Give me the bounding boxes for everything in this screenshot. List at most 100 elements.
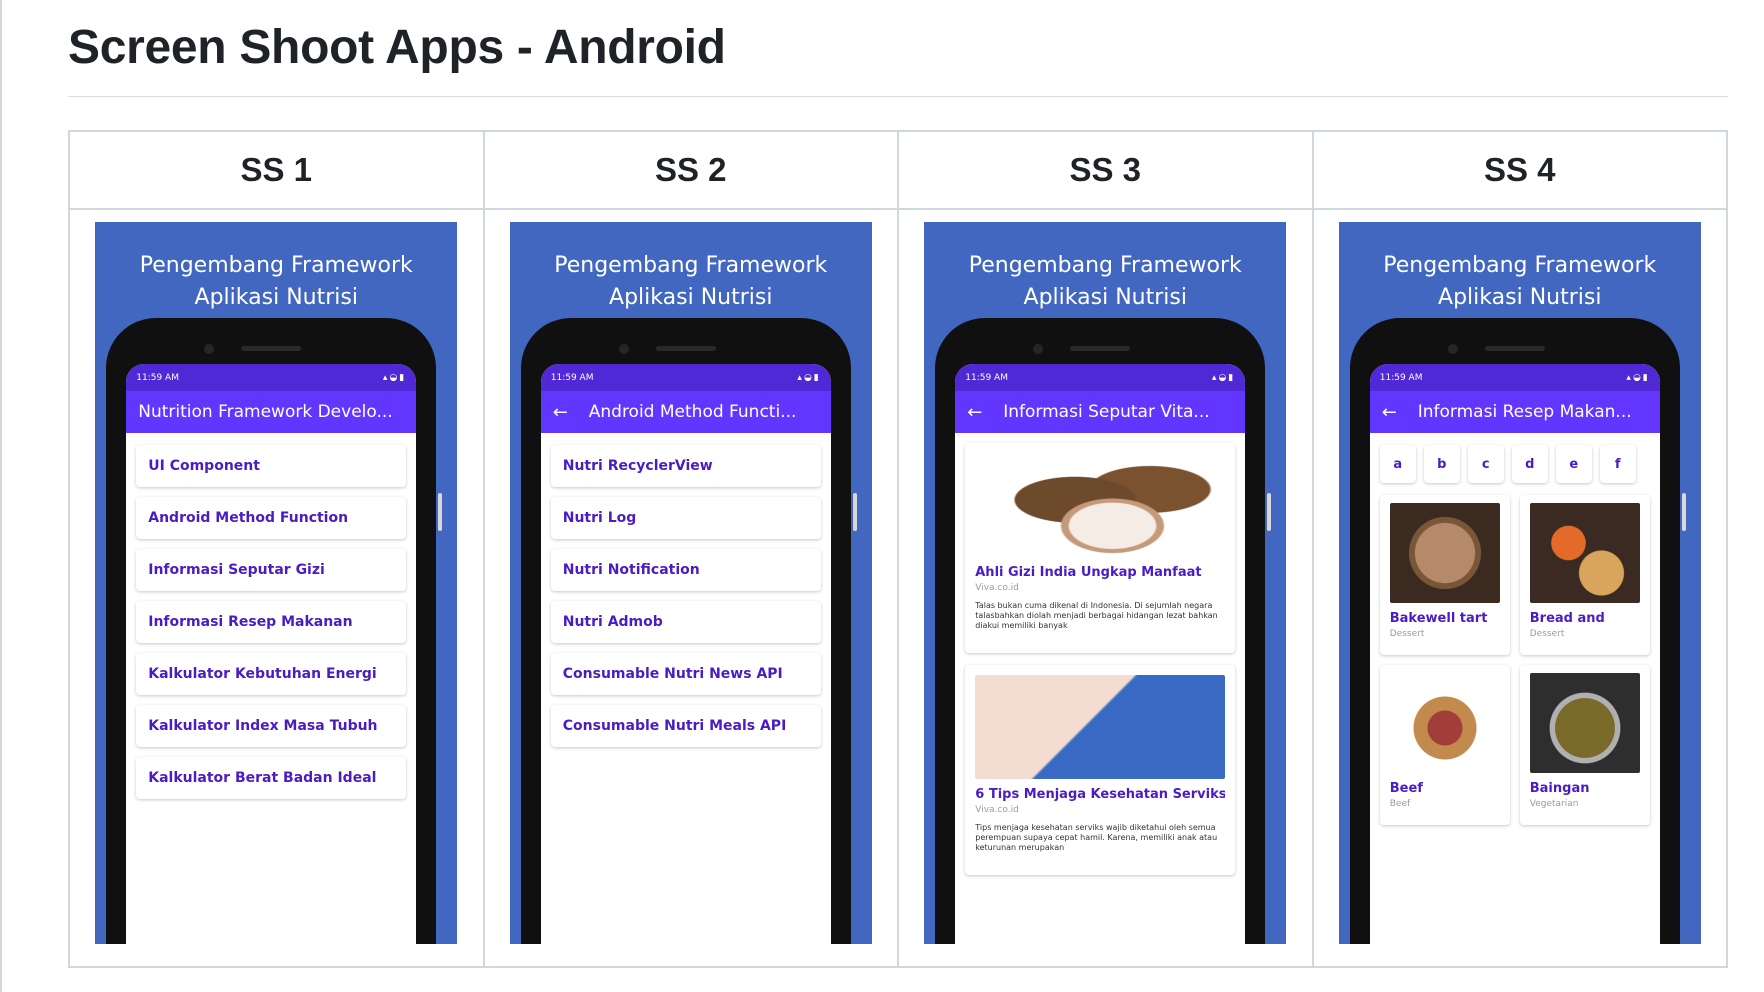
meal-category: Dessert bbox=[1529, 629, 1565, 639]
promo-title-line1: Pengembang Framework bbox=[1383, 253, 1657, 278]
phone-frame: 11:59 AM ▴◒▮ ← Android Method Functi... … bbox=[520, 318, 857, 944]
table-cell-ss3: Pengembang Framework Aplikasi Nutrisi 11… bbox=[897, 208, 1314, 968]
arrow-back-icon[interactable]: ← bbox=[1382, 402, 1397, 423]
meal-card[interactable]: Bread and Dessert bbox=[1519, 495, 1650, 655]
status-time: 11:59 AM bbox=[136, 372, 179, 383]
phone-screen: 11:59 AM ▴◒▮ Nutrition Framework Develo.… bbox=[126, 364, 417, 944]
meal-grid: Bakewell tart Dessert Bread and Dessert … bbox=[1370, 483, 1660, 825]
news-card[interactable]: Ahli Gizi India Ungkap Manfaat Viva.co.i… bbox=[965, 443, 1236, 653]
letter-chip[interactable]: a bbox=[1379, 445, 1416, 483]
camera-icon bbox=[1447, 344, 1458, 354]
news-description: Talas bukan cuma dikenal di Indonesia. D… bbox=[975, 601, 1218, 630]
news-source: Viva.co.id bbox=[975, 805, 1019, 815]
meal-name: Bakewell tart bbox=[1389, 611, 1488, 626]
news-card[interactable]: 6 Tips Menjaga Kesehatan Serviks Viva.co… bbox=[965, 665, 1236, 875]
menu-item-nutri-log[interactable]: Nutri Log bbox=[550, 497, 821, 539]
menu-list: UI Component Android Method Function Inf… bbox=[126, 433, 416, 799]
page-title: Screen Shoot Apps - Android bbox=[68, 21, 726, 74]
phone-frame: 11:59 AM ▴◒▮ ← Informasi Resep Makan... … bbox=[1349, 318, 1686, 944]
side-button bbox=[1267, 493, 1272, 531]
screenshot-table: SS 1 SS 2 SS 3 SS 4 Pengembang Framework… bbox=[68, 130, 1728, 968]
menu-item-android-method-function[interactable]: Android Method Function bbox=[136, 497, 407, 539]
letter-chip[interactable]: d bbox=[1511, 445, 1548, 483]
arrow-back-icon[interactable]: ← bbox=[553, 402, 568, 423]
screenshot-image-ss4: Pengembang Framework Aplikasi Nutrisi 11… bbox=[1338, 222, 1701, 944]
speaker-grille bbox=[1484, 346, 1545, 351]
menu-list: Nutri RecyclerView Nutri Log Nutri Notif… bbox=[541, 433, 831, 747]
letter-chip[interactable]: c bbox=[1467, 445, 1504, 483]
screenshot-image-ss1: Pengembang Framework Aplikasi Nutrisi 11… bbox=[95, 222, 458, 944]
meal-image bbox=[1529, 673, 1640, 773]
table-cell-ss4: Pengembang Framework Aplikasi Nutrisi 11… bbox=[1311, 208, 1728, 968]
menu-item-kalkulator-kebutuhan-energi[interactable]: Kalkulator Kebutuhan Energi bbox=[136, 653, 407, 695]
column-header: SS 1 bbox=[68, 130, 485, 210]
table-row: Pengembang Framework Aplikasi Nutrisi 11… bbox=[68, 208, 1728, 968]
status-time: 11:59 AM bbox=[1379, 372, 1423, 383]
arrow-back-icon[interactable]: ← bbox=[967, 402, 982, 423]
meal-name: Bread and bbox=[1529, 611, 1605, 626]
news-list: Ahli Gizi India Ungkap Manfaat Viva.co.i… bbox=[955, 433, 1245, 875]
menu-item-kalkulator-index-masa-tubuh[interactable]: Kalkulator Index Masa Tubuh bbox=[136, 705, 407, 747]
app-bar: ← Android Method Functi... bbox=[540, 391, 831, 433]
news-description: Tips menjaga kesehatan serviks wajib dik… bbox=[975, 823, 1218, 852]
letter-filter-row: a b c d e f bbox=[1370, 433, 1660, 483]
menu-item-nutri-notification[interactable]: Nutri Notification bbox=[550, 549, 821, 591]
camera-icon bbox=[204, 344, 215, 354]
phone-screen: 11:59 AM ▴◒▮ ← Informasi Seputar Vita...… bbox=[955, 364, 1246, 944]
camera-icon bbox=[618, 344, 629, 354]
meal-card[interactable]: Bakewell tart Dessert bbox=[1379, 495, 1510, 655]
menu-item-informasi-resep-makanan[interactable]: Informasi Resep Makanan bbox=[136, 601, 407, 643]
app-bar-title: Android Method Functi... bbox=[588, 402, 797, 422]
menu-item-kalkulator-berat-badan-ideal[interactable]: Kalkulator Berat Badan Ideal bbox=[136, 757, 407, 799]
status-time: 11:59 AM bbox=[550, 372, 594, 383]
menu-item-consumable-nutri-news-api[interactable]: Consumable Nutri News API bbox=[550, 653, 821, 695]
table-cell-ss2: Pengembang Framework Aplikasi Nutrisi 11… bbox=[482, 208, 899, 968]
news-source: Viva.co.id bbox=[975, 583, 1019, 593]
status-icons: ▴◒▮ bbox=[382, 372, 407, 383]
meal-category: Dessert bbox=[1389, 629, 1425, 639]
meal-card[interactable]: Baingan Vegetarian bbox=[1519, 665, 1650, 825]
column-header: SS 3 bbox=[897, 130, 1314, 210]
phone-frame: 11:59 AM ▴◒▮ ← Informasi Seputar Vita...… bbox=[935, 318, 1272, 944]
app-bar: ← Informasi Seputar Vita... bbox=[955, 391, 1246, 433]
menu-item-consumable-nutri-meals-api[interactable]: Consumable Nutri Meals API bbox=[550, 705, 821, 747]
app-bar-title: Informasi Resep Makan... bbox=[1417, 402, 1632, 422]
side-button bbox=[438, 493, 443, 531]
promo-title: Pengembang Framework Aplikasi Nutrisi bbox=[1339, 250, 1701, 314]
menu-item-nutri-admob[interactable]: Nutri Admob bbox=[550, 601, 821, 643]
meal-card[interactable]: Beef Beef bbox=[1379, 665, 1510, 825]
promo-title-line2: Aplikasi Nutrisi bbox=[1438, 285, 1602, 310]
status-bar: 11:59 AM ▴◒▮ bbox=[126, 364, 417, 391]
status-icons: ▴◒▮ bbox=[797, 372, 821, 383]
meal-name: Baingan bbox=[1529, 781, 1590, 796]
promo-title-line2: Aplikasi Nutrisi bbox=[194, 285, 358, 310]
app-bar-title: Informasi Seputar Vita... bbox=[1003, 402, 1210, 422]
app-bar: Nutrition Framework Develo... bbox=[126, 391, 417, 433]
menu-item-informasi-seputar-gizi[interactable]: Informasi Seputar Gizi bbox=[136, 549, 407, 591]
promo-title: Pengembang Framework Aplikasi Nutrisi bbox=[95, 250, 457, 314]
promo-title-line1: Pengembang Framework bbox=[968, 253, 1242, 278]
promo-title-line1: Pengembang Framework bbox=[554, 253, 828, 278]
letter-chip[interactable]: b bbox=[1423, 445, 1460, 483]
table-header-row: SS 1 SS 2 SS 3 SS 4 bbox=[68, 130, 1728, 210]
title-divider bbox=[68, 96, 1728, 97]
menu-item-nutri-recyclerview[interactable]: Nutri RecyclerView bbox=[550, 445, 821, 487]
meal-image bbox=[1529, 503, 1640, 603]
promo-title-line2: Aplikasi Nutrisi bbox=[1023, 285, 1187, 310]
promo-title-line1: Pengembang Framework bbox=[139, 253, 413, 278]
meal-category: Vegetarian bbox=[1529, 799, 1579, 809]
phone-screen: 11:59 AM ▴◒▮ ← Informasi Resep Makan... … bbox=[1369, 364, 1660, 944]
meal-category: Beef bbox=[1389, 799, 1411, 809]
phone-screen: 11:59 AM ▴◒▮ ← Android Method Functi... … bbox=[540, 364, 831, 944]
side-button bbox=[1681, 493, 1686, 531]
news-image-taro bbox=[975, 453, 1226, 557]
letter-chip[interactable]: e bbox=[1555, 445, 1592, 483]
status-bar: 11:59 AM ▴◒▮ bbox=[1369, 364, 1660, 391]
status-bar: 11:59 AM ▴◒▮ bbox=[955, 364, 1246, 391]
news-image-health bbox=[975, 675, 1226, 779]
screenshot-image-ss2: Pengembang Framework Aplikasi Nutrisi 11… bbox=[509, 222, 872, 944]
meal-image bbox=[1389, 673, 1500, 773]
menu-item-ui-component[interactable]: UI Component bbox=[136, 445, 407, 487]
promo-title: Pengembang Framework Aplikasi Nutrisi bbox=[924, 250, 1286, 314]
letter-chip[interactable]: f bbox=[1599, 445, 1636, 483]
